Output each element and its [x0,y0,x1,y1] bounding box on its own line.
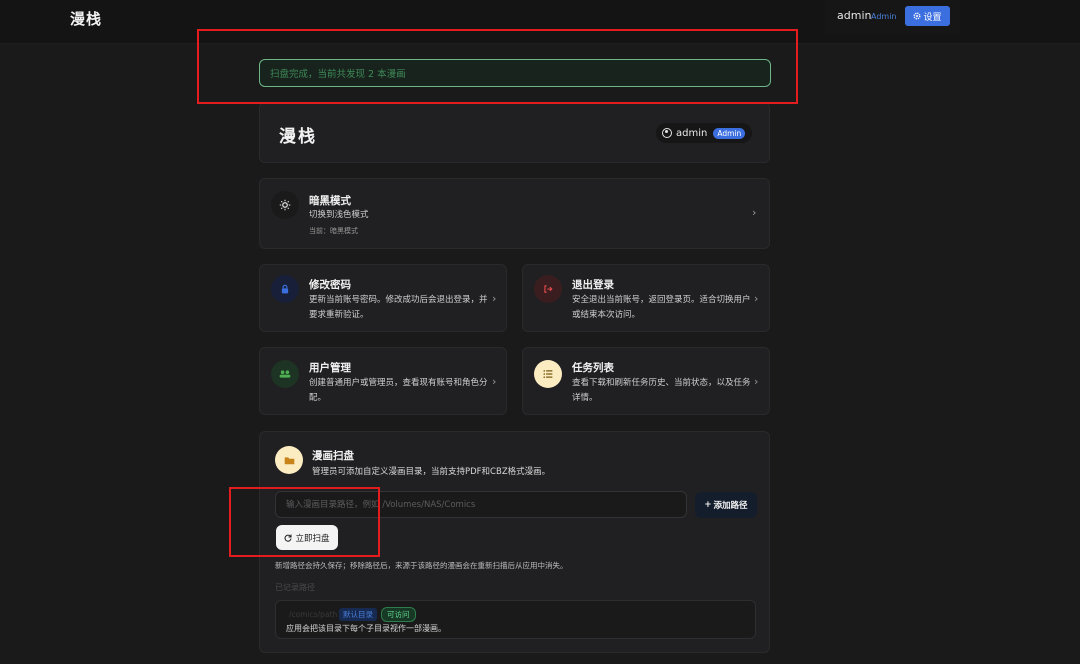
chevron-right-icon: › [492,375,497,388]
toast-message: 扫盘完成，当前共发现 2 本漫画 [270,69,406,80]
saved-path-item: /comics/path 默认目录 可访问 应用会把该目录下每个子目录视作一部漫… [275,600,756,639]
user-management-desc: 创建普通用户或管理员，查看现有账号和角色分配。 [309,378,488,403]
dark-mode-desc: 切换到浅色模式 [309,210,369,220]
saved-path-value: /comics/path [289,610,338,619]
accessible-status-badge: 可访问 [381,607,416,622]
user-management-title: 用户管理 [309,362,351,374]
header-role: Admin [871,12,897,21]
profile-username: admin [676,127,708,139]
folder-icon [275,446,303,474]
user-icon [662,128,672,138]
settings-label: 设置 [923,12,942,23]
logout-icon [534,275,562,303]
saved-paths-label: 已记录路径 [275,583,315,592]
settings-button[interactable]: 设置 [905,6,950,26]
path-input[interactable] [275,491,687,518]
list-icon [534,360,562,388]
scan-hint: 新增路径会持久保存；移除路径后，来源于该路径的漫画会在重新扫描后从应用中消失。 [275,561,568,570]
header-username: admin [837,9,872,22]
task-list-desc: 查看下载和刷新任务历史、当前状态，以及任务详情。 [572,378,751,403]
chevron-right-icon: › [752,206,757,219]
chevron-right-icon: › [754,375,759,388]
change-password-title: 修改密码 [309,279,351,291]
task-list-card[interactable]: 任务列表 查看下载和刷新任务历史、当前状态，以及任务详情。 › [522,347,770,415]
users-icon [271,360,299,388]
lock-icon [271,275,299,303]
scan-now-button[interactable]: 立即扫盘 [276,525,338,550]
scan-title: 漫画扫盘 [312,450,354,462]
user-management-card[interactable]: 用户管理 创建普通用户或管理员，查看现有账号和角色分配。 › [259,347,507,415]
logout-title: 退出登录 [572,279,614,291]
top-navbar: 漫栈 admin Admin 设置 [0,0,1080,44]
chevron-right-icon: › [492,292,497,305]
dark-mode-toggle-card[interactable]: 暗黑模式 切换到浅色模式 当前：暗黑模式 › [259,178,770,249]
gear-icon [913,12,921,20]
saved-path-desc: 应用会把该目录下每个子目录视作一部漫画。 [286,624,446,633]
user-pill: admin Admin [656,123,752,143]
profile-card: 漫栈 admin Admin [259,102,770,163]
scan-complete-toast: 扫盘完成，当前共发现 2 本漫画 [259,59,771,87]
add-path-label: 添加路径 [713,501,748,511]
dark-mode-current: 当前：暗黑模式 [309,227,358,235]
scan-now-label: 立即扫盘 [295,533,330,544]
sun-icon [271,191,299,219]
comic-scan-panel: 漫画扫盘 管理员可添加自定义漫画目录，当前支持PDF和CBZ格式漫画。 + 添加… [259,431,770,653]
add-path-button[interactable]: + 添加路径 [695,492,757,518]
page-title: 漫栈 [279,127,317,147]
logout-desc: 安全退出当前账号，返回登录页。适合切换用户或结束本次访问。 [572,295,751,320]
chevron-right-icon: › [754,292,759,305]
app-logo[interactable]: 漫栈 [70,8,102,29]
change-password-card[interactable]: 修改密码 更新当前账号密码。修改成功后会退出登录，并要求重新验证。 › [259,264,507,332]
plus-icon: + [704,500,712,510]
scan-desc: 管理员可添加自定义漫画目录，当前支持PDF和CBZ格式漫画。 [312,467,551,477]
role-badge: Admin [713,127,746,139]
dark-mode-title: 暗黑模式 [309,195,351,207]
task-list-title: 任务列表 [572,362,614,374]
refresh-icon [285,534,292,542]
default-dir-tag: 默认目录 [339,608,377,621]
change-password-desc: 更新当前账号密码。修改成功后会退出登录，并要求重新验证。 [309,295,488,320]
logout-card[interactable]: 退出登录 安全退出当前账号，返回登录页。适合切换用户或结束本次访问。 › [522,264,770,332]
